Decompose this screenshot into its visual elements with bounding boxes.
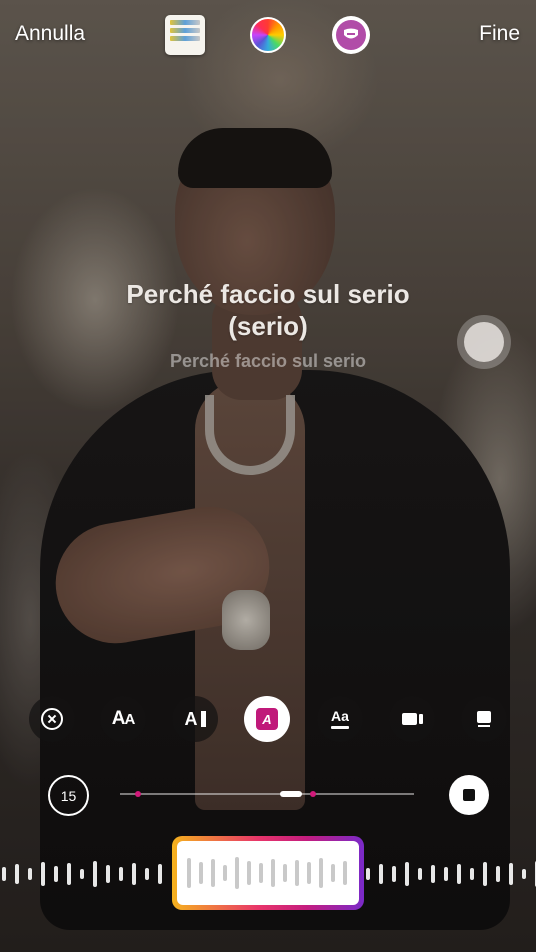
waveform-bar	[158, 864, 162, 884]
text-cursor-icon: A	[185, 709, 206, 730]
card-icon	[477, 711, 491, 727]
waveform-bar	[418, 868, 422, 880]
camera-style-button[interactable]	[389, 696, 435, 742]
drag-handle[interactable]	[457, 315, 511, 369]
waveform-bar	[145, 868, 149, 880]
text-style-block-button[interactable]: A	[172, 696, 218, 742]
waveform-bar	[28, 868, 32, 880]
waveform-bar	[295, 860, 299, 886]
waveform-bar	[199, 862, 203, 884]
waveform-bar	[223, 865, 227, 881]
waveform-bar	[2, 867, 6, 881]
waveform-bar	[496, 866, 500, 882]
waveform-bar	[331, 864, 335, 882]
waveform-bar	[405, 862, 409, 886]
waveform-bar	[187, 858, 191, 888]
color-wheel-icon[interactable]	[250, 17, 286, 53]
lyrics-position-track[interactable]	[120, 791, 414, 797]
underline-aa-icon: Aa	[331, 709, 349, 729]
waveform-bar	[93, 861, 97, 887]
small-caps-icon: AA	[111, 708, 136, 729]
story-editor-screen: Annulla Fine Perché faccio sul serio (se…	[0, 0, 536, 952]
waveform-bar	[379, 864, 383, 884]
waveform-bar	[132, 863, 136, 885]
waveform-bar	[41, 862, 45, 886]
waveform-bar	[54, 866, 58, 882]
stop-button[interactable]	[449, 775, 489, 815]
waveform-bar	[307, 862, 311, 884]
lyrics-next-line: Perché faccio sul serio	[169, 351, 367, 371]
lyrics-current-line[interactable]: Perché faccio sul serio (serio)	[90, 278, 446, 342]
track-marker	[135, 791, 141, 797]
text-style-underline-button[interactable]: Aa	[317, 696, 363, 742]
face-effect-icon	[336, 20, 366, 50]
video-camera-icon	[401, 713, 423, 725]
clip-selection-window	[177, 841, 359, 905]
card-style-button[interactable]	[461, 696, 507, 742]
waveform-bar	[247, 861, 251, 885]
album-art-thumbnail[interactable]	[165, 15, 205, 55]
duration-button[interactable]: 15	[48, 775, 89, 816]
waveform-bar	[366, 868, 370, 880]
done-button[interactable]: Fine	[479, 22, 520, 46]
waveform-bar	[235, 857, 239, 889]
waveform-bar	[259, 863, 263, 883]
highlight-a-icon: A	[256, 708, 278, 730]
waveform-bar	[483, 862, 487, 886]
waveform-bar	[522, 869, 526, 879]
waveform-bar	[343, 861, 347, 885]
waveform-bar	[470, 868, 474, 880]
waveform-bar	[431, 865, 435, 883]
waveform-bar	[67, 863, 71, 885]
waveform-bar	[283, 864, 287, 882]
waveform-bar	[211, 859, 215, 887]
waveform-bar	[15, 864, 19, 884]
waveform-bar	[80, 869, 84, 879]
waveform-bar	[457, 864, 461, 884]
waveform-bar	[319, 858, 323, 888]
cancel-button[interactable]: Annulla	[15, 22, 85, 46]
text-style-highlight-button[interactable]: A	[244, 696, 290, 742]
waveform-bar	[392, 866, 396, 882]
stop-icon	[463, 789, 475, 801]
waveform-bar	[444, 867, 448, 881]
clip-selection-frame[interactable]	[172, 836, 364, 910]
waveform-bar	[509, 863, 513, 885]
close-icon	[41, 708, 63, 730]
track-marker	[310, 791, 316, 797]
text-style-small-caps-button[interactable]: AA	[100, 696, 146, 742]
sticker-effect-button[interactable]	[332, 16, 370, 54]
waveform-bar	[271, 859, 275, 887]
close-style-button[interactable]	[29, 696, 75, 742]
waveform-bar	[119, 867, 123, 881]
waveform-bar	[106, 865, 110, 883]
track-thumb[interactable]	[280, 791, 302, 797]
